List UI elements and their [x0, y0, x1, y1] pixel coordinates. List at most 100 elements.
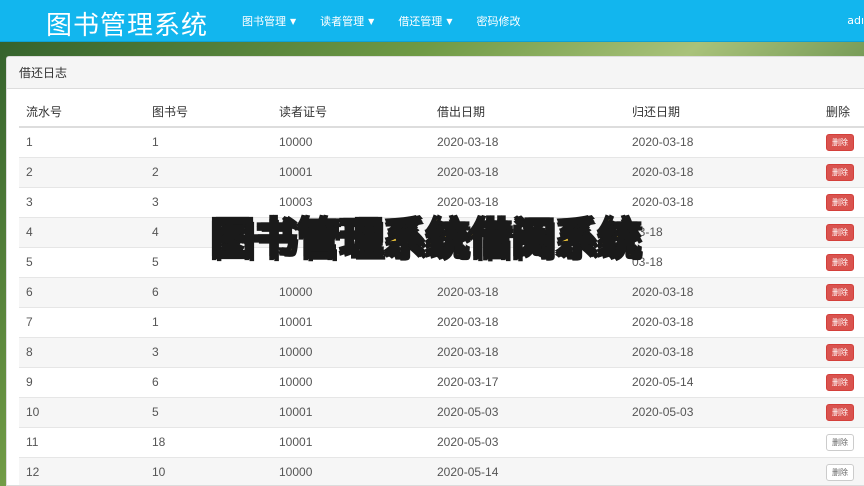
cell-delete: 删除: [819, 276, 864, 307]
cell-delete: 删除: [819, 366, 864, 397]
caret-down-icon: ▼: [446, 16, 453, 26]
delete-button[interactable]: 删除: [826, 403, 854, 421]
delete-button[interactable]: 删除: [826, 283, 854, 301]
cell-delete: 删除: [819, 426, 864, 457]
col-header-delete: 删除: [819, 97, 864, 128]
cell-borrow-date: 2020-03-18: [430, 276, 625, 307]
cell-serial: 6: [19, 276, 145, 307]
menu-label: 图书管理: [242, 15, 286, 28]
cell-borrow-date: 2020-05-03: [430, 396, 625, 427]
table-row: 8 3 10000 2020-03-18 2020-03-18 删除: [19, 336, 864, 367]
delete-button[interactable]: 删除: [826, 313, 854, 331]
cell-borrow-date: 2020-03-18: [430, 306, 625, 337]
cell-reader-id: 10001: [272, 156, 430, 187]
col-header-book-id: 图书号: [145, 97, 272, 128]
cell-serial: 7: [19, 306, 145, 337]
menu-label: 密码修改: [476, 15, 521, 28]
cell-book-id: 6: [145, 276, 272, 307]
cell-serial: 4: [19, 216, 145, 247]
user-menu[interactable]: adı: [847, 14, 864, 27]
table-body: 1 1 10000 2020-03-18 2020-03-18 删除 2 2 10001 2020…: [19, 126, 864, 485]
cell-reader-id: 10001: [272, 396, 430, 427]
delete-button[interactable]: 删除: [826, 463, 854, 481]
cell-book-id: 1: [145, 126, 272, 157]
delete-button[interactable]: 删除: [826, 193, 854, 211]
table-row: 6 6 10000 2020-03-18 2020-03-18 删除: [19, 276, 864, 307]
delete-button[interactable]: 删除: [826, 433, 854, 451]
delete-button[interactable]: 删除: [826, 133, 854, 151]
delete-button[interactable]: 删除: [826, 343, 854, 361]
cell-book-id: 5: [145, 396, 272, 427]
menu-label: 借还管理: [398, 15, 443, 28]
cell-book-id: 6: [145, 366, 272, 397]
delete-button[interactable]: 删除: [826, 373, 854, 391]
panel-title: 借还日志: [7, 57, 864, 89]
cell-borrow-date: 2020-05-14: [430, 456, 625, 485]
cell-delete: 删除: [819, 456, 864, 485]
table-row: 2 2 10001 2020-03-18 2020-03-18 删除: [19, 156, 864, 187]
cell-return-date: [625, 426, 819, 457]
cell-return-date: [625, 456, 819, 485]
cell-delete: 删除: [819, 306, 864, 337]
cell-borrow-date: 2020-03-18: [430, 336, 625, 367]
cell-reader-id: 10001: [272, 426, 430, 457]
col-header-return-date: 归还日期: [625, 97, 819, 128]
cell-return-date: 2020-03-18: [625, 306, 819, 337]
table-row: 9 6 10000 2020-03-17 2020-05-14 删除: [19, 366, 864, 397]
cell-serial: 9: [19, 366, 145, 397]
cell-serial: 10: [19, 396, 145, 427]
cell-serial: 2: [19, 156, 145, 187]
cell-return-date: 2020-03-18: [625, 156, 819, 187]
menu-label: 读者管理: [320, 15, 365, 28]
cell-delete: 删除: [819, 216, 864, 247]
cell-reader-id: 10000: [272, 126, 430, 157]
cell-borrow-date: 2020-03-18: [430, 156, 625, 187]
cell-serial: 8: [19, 336, 145, 367]
video-caption-overlay: 图书管理系统借阅系统: [210, 214, 642, 266]
top-navbar: 图书管理系统 图书管理 ▼ 读者管理 ▼ 借还管理 ▼ 密码修改 adı: [0, 0, 864, 42]
table-header-row: 流水号 图书号 读者证号 借出日期 归还日期 删除: [19, 97, 864, 128]
app-brand-title[interactable]: 图书管理系统: [46, 5, 208, 42]
cell-book-id: 2: [145, 156, 272, 187]
table-row: 10 5 10001 2020-05-03 2020-05-03 删除: [19, 396, 864, 427]
cell-return-date: 2020-05-14: [625, 366, 819, 397]
cell-reader-id: 10000: [272, 456, 430, 485]
cell-serial: 3: [19, 186, 145, 217]
table-row: 11 18 10001 2020-05-03 删除: [19, 426, 864, 457]
cell-book-id: 1: [145, 306, 272, 337]
table-row: 1 1 10000 2020-03-18 2020-03-18 删除: [19, 126, 864, 157]
col-header-borrow-date: 借出日期: [430, 97, 625, 128]
cell-serial: 5: [19, 246, 145, 277]
col-header-reader-id: 读者证号: [272, 97, 430, 128]
caret-down-icon: ▼: [368, 16, 375, 26]
cell-book-id: 18: [145, 426, 272, 457]
cell-delete: 删除: [819, 186, 864, 217]
main-menu: 图书管理 ▼ 读者管理 ▼ 借还管理 ▼ 密码修改: [242, 0, 520, 42]
cell-borrow-date: 2020-03-17: [430, 366, 625, 397]
cell-borrow-date: 2020-05-03: [430, 426, 625, 457]
cell-delete: 删除: [819, 126, 864, 157]
table-row: 12 10 10000 2020-05-14 删除: [19, 456, 864, 485]
cell-delete: 删除: [819, 396, 864, 427]
cell-return-date: 2020-03-18: [625, 276, 819, 307]
delete-button[interactable]: 删除: [826, 253, 854, 271]
cell-return-date: 2020-03-18: [625, 336, 819, 367]
col-header-serial: 流水号: [19, 97, 145, 128]
caret-down-icon: ▼: [290, 16, 297, 26]
menu-password-change[interactable]: 密码修改: [476, 13, 520, 29]
cell-serial: 12: [19, 456, 145, 485]
cell-reader-id: 10001: [272, 306, 430, 337]
cell-serial: 11: [19, 426, 145, 457]
menu-book-management[interactable]: 图书管理 ▼: [242, 13, 296, 29]
menu-borrow-return-management[interactable]: 借还管理 ▼: [398, 13, 452, 29]
cell-return-date: 2020-05-03: [625, 396, 819, 427]
cell-reader-id: 10000: [272, 336, 430, 367]
cell-borrow-date: 2020-03-18: [430, 126, 625, 157]
cell-delete: 删除: [819, 156, 864, 187]
delete-button[interactable]: 删除: [826, 163, 854, 181]
menu-reader-management[interactable]: 读者管理 ▼: [320, 13, 374, 29]
delete-button[interactable]: 删除: [826, 223, 854, 241]
cell-delete: 删除: [819, 336, 864, 367]
cell-reader-id: 10000: [272, 276, 430, 307]
cell-delete: 删除: [819, 246, 864, 277]
